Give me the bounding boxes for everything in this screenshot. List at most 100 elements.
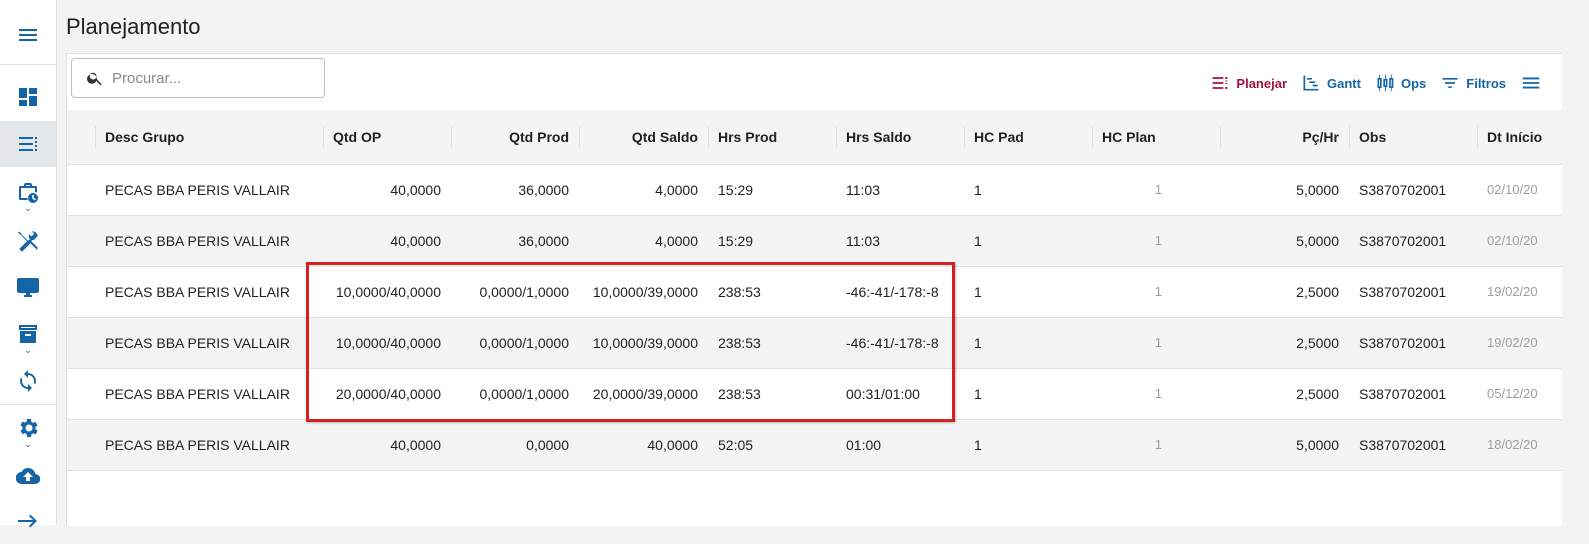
column-header-obs[interactable]: Obs (1349, 110, 1477, 164)
chevron-down-icon: ⌄ (24, 202, 32, 213)
table-row[interactable]: PECAS BBA PERIS VALLAIR 40,0000 36,0000 4,0… (67, 165, 1562, 216)
cell-hrs-prod: 15:29 (718, 233, 754, 249)
column-header-hrs-saldo[interactable]: Hrs Saldo (836, 110, 964, 164)
cell-hc-plan: 1 (1154, 284, 1162, 299)
cell-obs: S3870702001 (1359, 437, 1447, 453)
cell-hrs-saldo: 00:31/01:00 (846, 386, 920, 402)
page-title: Planejamento (66, 14, 201, 39)
archive-icon (19, 324, 37, 343)
sidebar-item-arquivo[interactable]: ⌄ (0, 314, 56, 360)
column-header-dt-inicio[interactable]: Dt Início (1477, 110, 1562, 164)
cell-hc-plan: 1 (1154, 386, 1162, 401)
cloud-upload-icon (16, 467, 40, 485)
sidebar-item-sync[interactable] (0, 358, 56, 404)
cell-qtd-saldo: 20,0000/39,0000 (592, 386, 698, 402)
table-row[interactable]: PECAS BBA PERIS VALLAIR 40,0000 0,0000 40,0… (67, 420, 1562, 471)
cell-desc-grupo: PECAS BBA PERIS VALLAIR (105, 182, 290, 198)
table-row[interactable]: PECAS BBA PERIS VALLAIR 40,0000 36,0000 4,0… (67, 216, 1562, 267)
cell-hrs-prod: 238:53 (718, 335, 761, 351)
cell-qtd-op: 40,0000 (390, 233, 441, 249)
ops-button[interactable]: Ops (1375, 73, 1426, 93)
search-input[interactable] (110, 68, 314, 88)
gantt-label: Gantt (1327, 75, 1361, 91)
gantt-button[interactable]: Gantt (1301, 73, 1361, 93)
cell-qtd-op: 10,0000/40,0000 (335, 284, 441, 300)
column-header-qtd-prod[interactable]: Qtd Prod (451, 110, 579, 164)
cell-hc-pad: 1 (974, 386, 982, 402)
cell-qtd-prod: 0,0000/1,0000 (479, 335, 569, 351)
sidebar-item-ferramentas[interactable] (0, 218, 56, 264)
table-row[interactable]: PECAS BBA PERIS VALLAIR 20,0000/40,0000 0,… (67, 369, 1562, 420)
table-row[interactable]: PECAS BBA PERIS VALLAIR 10,0000/40,0000 0,… (67, 318, 1562, 369)
cell-qtd-saldo: 4,0000 (655, 233, 698, 249)
briefcase-clock-icon (19, 182, 39, 203)
cell-hrs-prod: 52:05 (718, 437, 754, 453)
sidebar-item-monitor[interactable] (0, 264, 56, 310)
cell-hc-pad: 1 (974, 284, 982, 300)
sidebar-divider (0, 404, 56, 405)
list-icon (19, 137, 37, 151)
cell-qtd-op: 40,0000 (390, 437, 441, 453)
column-header-qtd-saldo[interactable]: Qtd Saldo (579, 110, 708, 164)
cell-qtd-prod: 0,0000/1,0000 (479, 386, 569, 402)
sidebar-item-upload[interactable] (0, 453, 56, 499)
column-header-hrs-prod[interactable]: Hrs Prod (708, 110, 836, 164)
sync-icon (20, 370, 36, 392)
cell-pc-hr: 2,5000 (1296, 284, 1339, 300)
cell-qtd-prod: 36,0000 (518, 233, 569, 249)
menu-icon (19, 29, 37, 41)
planejar-button[interactable]: Planejar (1210, 73, 1287, 93)
chevron-down-icon: ⌄ (24, 344, 32, 355)
cell-hc-pad: 1 (974, 233, 982, 249)
sidebar-item-sair[interactable] (0, 498, 56, 544)
cell-qtd-saldo: 4,0000 (655, 182, 698, 198)
filtros-button[interactable]: Filtros (1440, 73, 1506, 93)
sidebar-item-planejamento[interactable] (0, 121, 56, 167)
cell-qtd-prod: 0,0000 (526, 437, 569, 453)
cell-hrs-saldo: 01:00 (846, 437, 882, 453)
search-box[interactable] (71, 58, 325, 98)
column-header-desc-grupo[interactable]: Desc Grupo (95, 110, 321, 164)
cell-desc-grupo: PECAS BBA PERIS VALLAIR (105, 284, 290, 300)
gear-icon (20, 418, 38, 437)
cell-desc-grupo: PECAS BBA PERIS VALLAIR (105, 233, 290, 249)
cell-hrs-saldo: -46:-41/-178:-8 (846, 335, 939, 351)
column-header-hc-plan[interactable]: HC Plan (1092, 110, 1220, 164)
cell-hrs-prod: 15:29 (718, 182, 754, 198)
sidebar-item-ordens[interactable]: ⌄ (0, 172, 56, 218)
cell-hrs-prod: 238:53 (718, 284, 761, 300)
cell-hrs-prod: 238:53 (718, 386, 761, 402)
cell-hc-pad: 1 (974, 437, 982, 453)
cell-pc-hr: 5,0000 (1296, 437, 1339, 453)
cell-desc-grupo: PECAS BBA PERIS VALLAIR (105, 386, 290, 402)
column-header-qtd-op[interactable]: Qtd OP (323, 110, 451, 164)
cell-dt-inicio: 19/02/20 (1487, 335, 1538, 350)
cell-dt-inicio: 19/02/20 (1487, 284, 1538, 299)
filtros-label: Filtros (1466, 75, 1506, 91)
cell-qtd-op: 20,0000/40,0000 (335, 386, 441, 402)
tools-icon (18, 231, 38, 252)
planning-table-card: Planejar Gantt Ops Filtros Desc Grupo Qt… (66, 53, 1562, 526)
cell-obs: S3870702001 (1359, 284, 1447, 300)
cell-hc-plan: 1 (1154, 182, 1162, 197)
cell-obs: S3870702001 (1359, 233, 1447, 249)
table-row[interactable]: PECAS BBA PERIS VALLAIR 10,0000/40,0000 0,… (67, 267, 1562, 318)
candlestick-icon (1377, 74, 1394, 92)
cell-qtd-saldo: 10,0000/39,0000 (592, 335, 698, 351)
column-header-pc-hr[interactable]: Pç/Hr (1220, 110, 1349, 164)
menu-icon (1522, 77, 1540, 89)
chevron-down-icon: ⌄ (24, 438, 32, 449)
cell-dt-inicio: 02/10/20 (1487, 182, 1538, 197)
columns-menu-button[interactable] (1520, 72, 1542, 94)
gantt-chart-icon (1303, 75, 1319, 91)
cell-hc-plan: 1 (1154, 335, 1162, 350)
cell-qtd-prod: 36,0000 (518, 182, 569, 198)
search-icon (87, 72, 102, 86)
sidebar-item-dashboard[interactable] (0, 74, 56, 120)
cell-hrs-saldo: -46:-41/-178:-8 (846, 284, 939, 300)
cell-qtd-saldo: 40,0000 (647, 437, 698, 453)
sidebar-item-configuracoes[interactable]: ⌄ (0, 408, 56, 454)
column-header-hc-pad[interactable]: HC Pad (964, 110, 1092, 164)
menu-button[interactable] (0, 12, 56, 58)
cell-obs: S3870702001 (1359, 386, 1447, 402)
